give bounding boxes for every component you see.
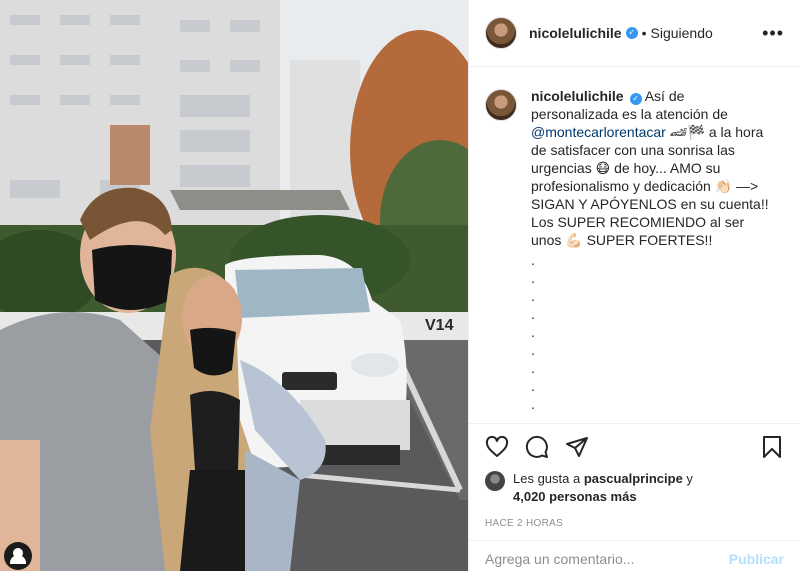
post-header: nicolelulichile ✓ • Siguiendo •••: [469, 0, 800, 67]
follow-status-button[interactable]: Siguiendo: [651, 25, 713, 41]
liker-avatar[interactable]: [485, 471, 505, 491]
parking-sign-text: V14: [425, 317, 454, 334]
comments-area: nicolelulichile ✓ Así de personalizada es…: [469, 67, 800, 424]
tagged-users-icon[interactable]: [4, 542, 32, 570]
header-separator: •: [641, 25, 647, 41]
liker-username[interactable]: pascualprincipe: [584, 471, 683, 486]
caption-text: nicolelulichile ✓ Así de personalizada es…: [531, 87, 771, 413]
author-username[interactable]: nicolelulichile: [529, 25, 622, 41]
share-paper-plane-icon[interactable]: [561, 431, 593, 463]
add-comment-bar: Publicar: [469, 540, 800, 571]
caption-part-2: 🏎🏁 a la hora de satisfacer con una sonri…: [531, 124, 769, 248]
caption-username[interactable]: nicolelulichile: [531, 88, 624, 104]
likes-count[interactable]: 4,020 personas más: [513, 489, 637, 504]
likes-text: Les gusta a pascualprincipe y 4,020 pers…: [513, 471, 693, 504]
comment-bubble-icon[interactable]: [521, 431, 553, 463]
likes-summary: Les gusta a pascualprincipe y 4,020 pers…: [469, 470, 800, 506]
action-bar: [469, 424, 800, 470]
more-options-icon[interactable]: •••: [762, 23, 784, 44]
caption-mention-link[interactable]: @montecarlorentacar: [531, 124, 666, 140]
author-avatar[interactable]: [485, 17, 517, 49]
caption: nicolelulichile ✓ Así de personalizada es…: [485, 87, 784, 413]
caption-dots: . . . . . . . . .: [531, 252, 535, 412]
post-photo[interactable]: V14: [0, 0, 468, 571]
publish-button[interactable]: Publicar: [729, 551, 784, 567]
save-bookmark-icon[interactable]: [756, 431, 788, 463]
verified-badge-icon: ✓: [629, 93, 642, 105]
caption-author-avatar[interactable]: [485, 89, 517, 121]
like-heart-icon[interactable]: [481, 431, 513, 463]
comment-input[interactable]: [485, 551, 729, 567]
photo-image: V14: [0, 0, 468, 571]
post-timestamp[interactable]: HACE 2 HORAS: [469, 506, 800, 529]
verified-badge-icon: ✓: [625, 27, 638, 39]
post-side-panel: nicolelulichile ✓ • Siguiendo ••• nicole…: [468, 0, 800, 571]
